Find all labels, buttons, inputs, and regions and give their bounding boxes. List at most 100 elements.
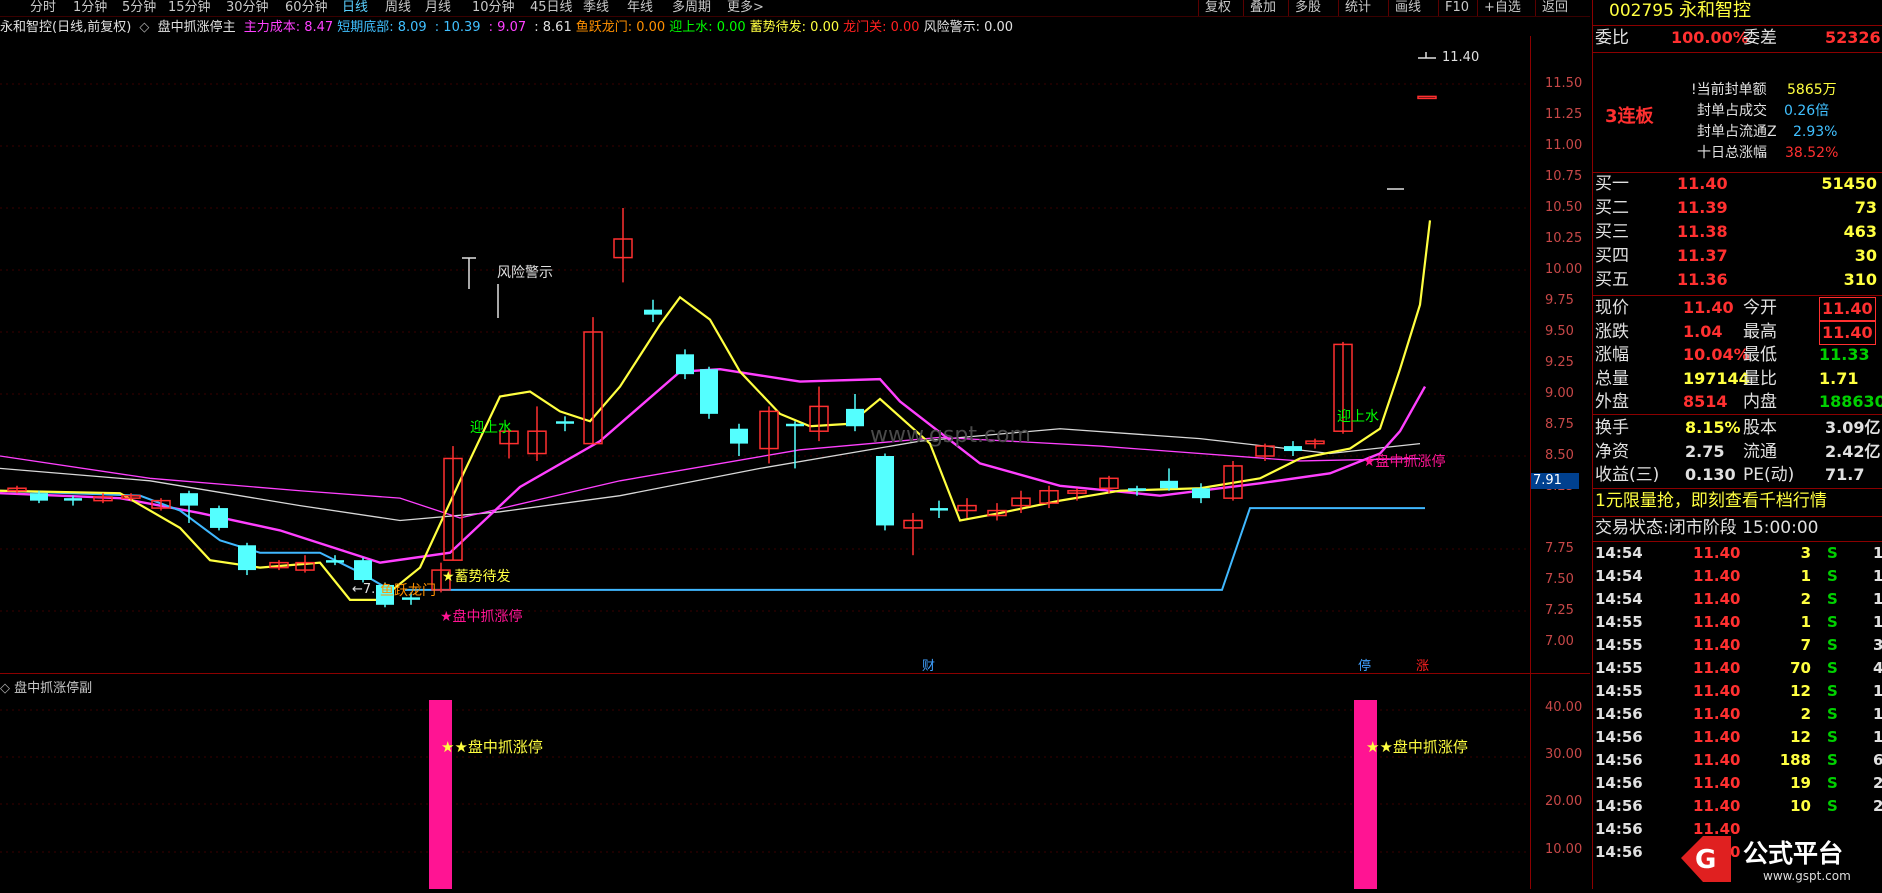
toolbar-button-6[interactable]: +自选: [1477, 0, 1527, 16]
stat-label: 涨幅: [1595, 345, 1629, 365]
timeframe-3[interactable]: 15分钟: [168, 0, 211, 16]
timeframe-2[interactable]: 5分钟: [122, 0, 156, 16]
timeframe-12[interactable]: 年线: [627, 0, 653, 16]
formula-name[interactable]: 盘中抓涨停主: [158, 20, 236, 35]
stat-label: 换手: [1595, 418, 1629, 438]
candle-body: [1284, 446, 1302, 452]
seal-float: 2.93%: [1793, 124, 1838, 140]
timeframe-0[interactable]: 分时: [30, 0, 56, 16]
candle-body: [556, 421, 574, 424]
svg-text:G: G: [1695, 845, 1716, 875]
tag-ting: 停: [1358, 658, 1371, 674]
ten-day-label: 十日总涨幅: [1697, 145, 1767, 161]
sub-chart[interactable]: ★★盘中抓涨停 ★★盘中抓涨停: [0, 690, 1530, 889]
candle-body: [930, 508, 948, 511]
timeframe-1[interactable]: 1分钟: [73, 0, 107, 16]
timeframe-4[interactable]: 30分钟: [226, 0, 269, 16]
tag-cai: 财: [922, 659, 935, 674]
timeframe-14[interactable]: 更多>: [727, 0, 764, 16]
chevron-down-icon[interactable]: ◇: [139, 20, 149, 35]
timeframe-5[interactable]: 60分钟: [285, 0, 328, 16]
stat-value: 2.75: [1685, 441, 1725, 461]
zt-bar: [1354, 700, 1377, 889]
price-max-label: 11.40: [1442, 50, 1479, 65]
timeframe-9[interactable]: 10分钟: [472, 0, 515, 16]
candle-body: [210, 508, 228, 528]
gspt-logo: G 公式平台 www.gspt.com: [1675, 830, 1882, 889]
price-tick: 7.00: [1545, 634, 1574, 649]
promo-link[interactable]: 1元限量抢，即刻查看千档行情: [1595, 490, 1827, 512]
weibi-value: 100.00%: [1671, 28, 1749, 47]
bid-label: 买五: [1595, 270, 1629, 290]
candle-body: [180, 493, 198, 506]
trade-row: 14:55 11.40 12 S 1: [1595, 682, 1882, 700]
indicator-value-6: 迎上水: 0.00: [669, 20, 746, 35]
price-tick: 7.25: [1545, 603, 1574, 618]
zt-bar: [429, 700, 452, 889]
bid-label: 买四: [1595, 246, 1629, 266]
candle-body: [238, 545, 256, 571]
stock-title[interactable]: 永和智控(日线,前复权): [0, 20, 131, 35]
bid-label: 买二: [1595, 198, 1629, 218]
kline-chart[interactable]: 11.40风险警示迎上水迎上水★蓄势待发鱼跃龙门←7.★盘中抓涨停★盘中抓涨停w…: [0, 36, 1530, 676]
bid-price: 11.39: [1677, 198, 1728, 217]
price-tick: 9.50: [1545, 324, 1574, 339]
stat-value: 10.04%: [1683, 345, 1750, 364]
sub-tick: 40.00: [1545, 700, 1583, 715]
stat-label: 今开: [1743, 298, 1777, 318]
candle-body: [1160, 480, 1178, 489]
bid-price: 11.40: [1677, 174, 1728, 193]
price-tick: 10.25: [1545, 231, 1583, 246]
trade-row: 14:56 11.40 12 S 1: [1595, 728, 1882, 746]
stat-value: 8.15%: [1685, 418, 1741, 437]
weicha-value: 52326: [1825, 28, 1881, 47]
period-toolbar: 分时 1分钟 5分钟 15分钟 30分钟 60分钟 日线 周线 月线 10分钟 45日线 季线 年线 多周…: [0, 0, 1590, 17]
toolbar-button-0[interactable]: 复权: [1198, 0, 1237, 16]
candle-body: [876, 456, 894, 526]
risk-warning-label: 风险警示: [497, 265, 553, 281]
candle-body: [30, 493, 48, 501]
timeframe-10[interactable]: 45日线: [530, 0, 573, 16]
quote-panel: 002795 永和智控 委比 100.00% 委差 52326 3连板 !当前封…: [1592, 0, 1882, 889]
chart-divider: [0, 673, 1590, 674]
toolbar-button-2[interactable]: 多股: [1288, 0, 1327, 16]
stat-value: 11.40: [1819, 320, 1876, 345]
stat-value: 2.42亿: [1825, 441, 1881, 461]
price-tick: 10.50: [1545, 200, 1583, 215]
sub-tick: 20.00: [1545, 794, 1583, 809]
toolbar-button-3[interactable]: 统计: [1338, 0, 1377, 16]
candle-body: [730, 428, 748, 444]
stat-value: 197144: [1683, 368, 1750, 388]
stat-label: 总量: [1595, 368, 1629, 389]
trade-row: 14:54 11.40 1 S 1: [1595, 567, 1882, 585]
stat-label: 涨跌: [1595, 321, 1629, 342]
trade-row: 14:56 11.40 19 S 2: [1595, 774, 1882, 792]
timeframe-7[interactable]: 周线: [385, 0, 411, 16]
stat-value: 11.33: [1819, 345, 1870, 364]
stock-name: 永和智控: [1679, 0, 1751, 21]
timeframe-8[interactable]: 月线: [425, 0, 451, 16]
toolbar-button-1[interactable]: 叠加: [1243, 0, 1282, 16]
trade-row: 14:55 11.40 70 S 4: [1595, 659, 1882, 677]
price-tick: 9.00: [1545, 386, 1574, 401]
bid-label: 买一: [1595, 174, 1629, 194]
toolbar-button-5[interactable]: F10: [1438, 0, 1475, 16]
stat-value: 1.04: [1683, 321, 1723, 341]
indicator-value-0: 主力成本: 8.47: [243, 20, 334, 35]
timeframe-11[interactable]: 季线: [583, 0, 609, 16]
timeframe-6[interactable]: 日线: [342, 0, 368, 16]
seal-ratio-label: 封单占成交: [1697, 103, 1767, 119]
timeframe-13[interactable]: 多周期: [672, 0, 711, 16]
toolbar-button-7[interactable]: 返回: [1535, 0, 1574, 16]
indicator-value-9: 风险警示: 0.00: [923, 20, 1014, 35]
tag-zhang: 涨: [1416, 659, 1429, 674]
candle-body: [64, 498, 82, 501]
stat-label: PE(动): [1743, 465, 1795, 485]
stock-code: 002795: [1609, 1, 1674, 21]
ma-line-0: [0, 428, 1421, 522]
stat-label: 现价: [1595, 298, 1629, 318]
toolbar-button-4[interactable]: 画线: [1388, 0, 1427, 16]
bid-volume: 310: [1843, 270, 1877, 289]
sub-tick: 30.00: [1545, 747, 1583, 762]
candle-body: [700, 369, 718, 414]
